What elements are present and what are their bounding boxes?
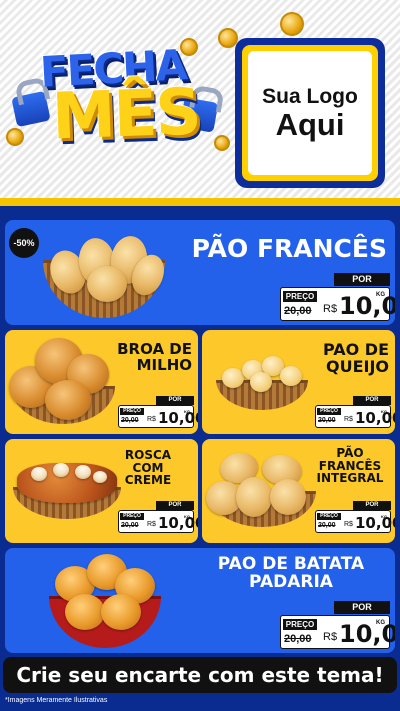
preco-label: PREÇO [120, 513, 144, 520]
product-name: ROSCA COM CREME [124, 448, 172, 488]
preco-label: PREÇO [283, 619, 317, 630]
currency: R$ [344, 521, 353, 528]
bread-image [270, 479, 306, 515]
product-card-pao-frances[interactable]: -50% PÃO FRANCÊS POR PREÇO 20,00 R$ 10,0… [5, 220, 395, 325]
logo-placeholder: Sua Logo Aqui [235, 38, 385, 188]
unit-label: KG [376, 292, 385, 298]
currency: R$ [147, 521, 156, 528]
product-name: PAO DE BATATA PADARIA [217, 554, 365, 592]
price-tag: POR PREÇO 20,00 R$ 10,00 KG [280, 601, 395, 649]
bread-image [250, 372, 272, 392]
unit-label: KG [376, 620, 385, 626]
discount-badge: -50% [9, 228, 39, 258]
currency: R$ [323, 631, 338, 643]
product-name: BROA DE MILHO [117, 340, 192, 374]
por-label: POR [353, 396, 391, 405]
cream-topping [31, 467, 47, 481]
old-price: 20,00 [121, 522, 139, 529]
price-value: 10,00 [355, 409, 395, 427]
currency: R$ [147, 416, 156, 423]
unit-label: KG [184, 514, 190, 519]
logo-text-line2: Aqui [275, 106, 345, 142]
disclaimer-text: *Imagens Meramente Ilustrativas [5, 697, 108, 704]
price-value: 10,00 [158, 514, 198, 532]
preco-label: PREÇO [317, 408, 341, 415]
bread-image [280, 366, 302, 386]
price-tag: POR PREÇO 20,00 R$ 10,00 KG [280, 273, 395, 321]
bread-image [101, 594, 141, 630]
product-name: PÃO FRANCÊS [191, 234, 387, 263]
preco-label: PREÇO [120, 408, 144, 415]
old-price: 20,00 [284, 633, 312, 645]
coin-icon [6, 128, 24, 146]
por-label: POR [156, 396, 194, 405]
title-mes: MÊS [50, 75, 201, 155]
product-name: PÃO FRANCÊS INTEGRAL [316, 446, 384, 486]
bread-image [236, 477, 272, 517]
price-value: 10,00 [339, 292, 395, 320]
product-card-pao-frances-integral[interactable]: PÃO FRANCÊS INTEGRAL POR PREÇO 20,00 R$ … [202, 439, 395, 543]
product-card-pao-de-batata[interactable]: PAO DE BATATA PADARIA POR PREÇO 20,00 R$… [5, 548, 395, 653]
cta-banner[interactable]: Crie seu encarte com este tema! [3, 657, 397, 693]
unit-label: KG [184, 409, 190, 414]
por-label: POR [353, 501, 391, 510]
por-label: POR [334, 601, 390, 614]
price-tag: POR PREÇO 20,00 R$ 10,00 KG [315, 396, 395, 428]
cream-topping [93, 471, 107, 483]
logo-text-line1: Sua Logo [262, 84, 358, 108]
old-price: 20,00 [318, 417, 336, 424]
coin-icon [214, 135, 230, 151]
cream-topping [53, 463, 69, 477]
product-card-broa-de-milho[interactable]: BROA DE MILHO POR PREÇO 20,00 R$ 10,00 K… [5, 330, 198, 434]
bread-image [45, 380, 91, 420]
cream-topping [75, 465, 91, 479]
por-label: POR [334, 273, 390, 286]
product-name: PAO DE QUEIJO [322, 340, 389, 376]
header-divider [0, 198, 400, 206]
coin-icon [280, 12, 304, 36]
old-price: 20,00 [121, 417, 139, 424]
unit-label: KG [381, 409, 387, 414]
price-tag: POR PREÇO 20,00 R$ 10,00 KG [118, 501, 198, 533]
unit-label: KG [381, 514, 387, 519]
old-price: 20,00 [284, 305, 312, 317]
price-tag: POR PREÇO 20,00 R$ 10,00 KG [118, 396, 198, 428]
preco-label: PREÇO [283, 291, 317, 302]
currency: R$ [344, 416, 353, 423]
price-value: 10,00 [158, 409, 198, 427]
bread-image [87, 266, 127, 302]
currency: R$ [323, 303, 338, 315]
price-tag: POR PREÇO 20,00 R$ 10,00 KG [315, 501, 395, 533]
por-label: POR [156, 501, 194, 510]
price-value: 10,00 [339, 620, 395, 648]
header-banner: FECHA MÊS Sua Logo Aqui [0, 0, 400, 205]
price-value: 10,00 [355, 514, 395, 532]
product-card-rosca-com-creme[interactable]: ROSCA COM CREME POR PREÇO 20,00 R$ 10,00… [5, 439, 198, 543]
product-card-pao-de-queijo[interactable]: PAO DE QUEIJO POR PREÇO 20,00 R$ 10,00 K… [202, 330, 395, 434]
old-price: 20,00 [318, 522, 336, 529]
preco-label: PREÇO [317, 513, 341, 520]
bread-image [222, 368, 244, 388]
bread-image [65, 594, 105, 630]
